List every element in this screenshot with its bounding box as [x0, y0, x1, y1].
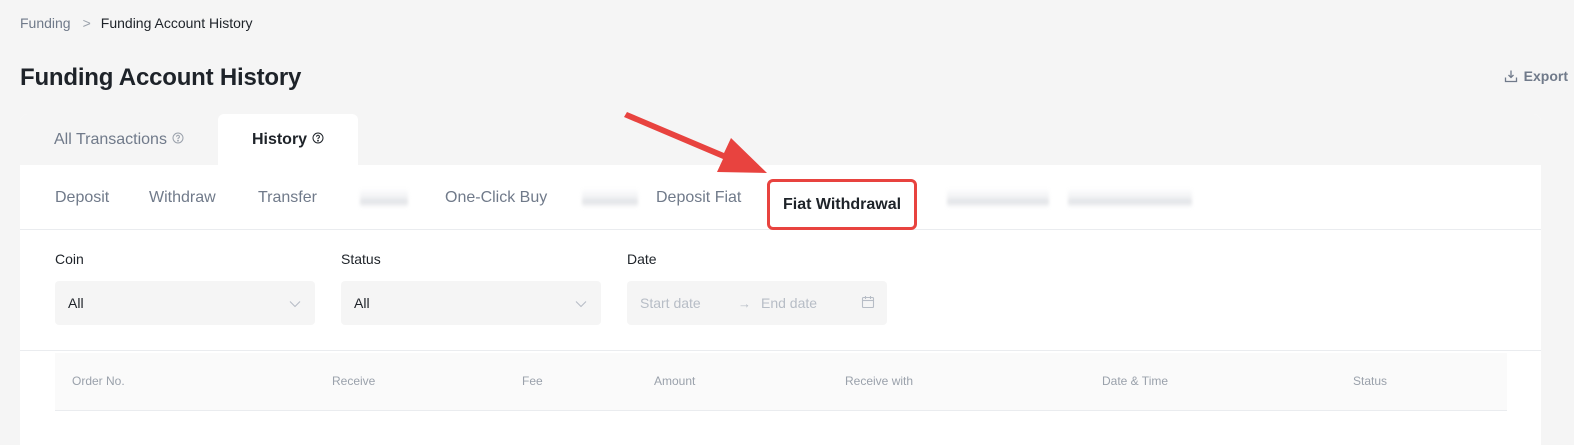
sub-tab-one-click-buy[interactable]: One-Click Buy — [445, 165, 547, 230]
help-circle-icon[interactable] — [172, 131, 184, 149]
coin-select[interactable]: All — [55, 281, 315, 325]
sub-tab-redacted[interactable] — [360, 188, 408, 208]
calendar-icon[interactable] — [861, 295, 875, 312]
export-icon — [1504, 69, 1518, 83]
chevron-right-icon: > — [82, 15, 91, 31]
breadcrumb: Funding > Funding Account History — [20, 14, 253, 32]
chevron-down-icon — [575, 295, 587, 311]
date-range-picker[interactable]: Start date → End date — [627, 281, 887, 325]
breadcrumb-current: Funding Account History — [100, 15, 253, 31]
tab-history[interactable]: History — [217, 114, 359, 165]
sub-tab-redacted[interactable] — [1068, 188, 1192, 208]
divider — [20, 350, 1541, 351]
start-date-input[interactable]: Start date — [640, 295, 730, 311]
sub-tab-transfer[interactable]: Transfer — [258, 165, 317, 230]
sub-tab-redacted[interactable] — [947, 188, 1049, 208]
column-date-time: Date & Time — [1102, 374, 1169, 388]
arrow-right-icon: → — [738, 295, 751, 311]
top-tabs: All Transactions History — [20, 114, 1541, 165]
table-header: Order No. Receive Fee Amount Receive wit… — [55, 353, 1507, 411]
column-status: Status — [1353, 374, 1388, 388]
chevron-down-icon — [289, 295, 301, 311]
status-select[interactable]: All — [341, 281, 601, 325]
status-label: Status — [341, 251, 381, 267]
tab-label: All Transactions — [54, 130, 167, 148]
date-label: Date — [627, 251, 657, 267]
tab-all-transactions[interactable]: All Transactions — [20, 114, 218, 165]
coin-label: Coin — [55, 251, 84, 267]
tab-label: History — [251, 130, 308, 148]
sub-tab-fiat-withdrawal[interactable]: Fiat Withdrawal — [767, 179, 918, 230]
sub-tab-deposit-fiat[interactable]: Deposit Fiat — [656, 165, 741, 230]
export-button[interactable]: Export — [1504, 68, 1568, 84]
column-fee: Fee — [522, 374, 543, 388]
column-receive-with: Receive with — [845, 374, 914, 388]
history-card: All Transactions History Deposit Withdra… — [20, 114, 1541, 445]
status-select-value: All — [354, 295, 370, 311]
sub-tab-withdraw[interactable]: Withdraw — [149, 165, 216, 230]
column-receive: Receive — [332, 374, 376, 388]
help-circle-icon[interactable] — [312, 131, 324, 149]
coin-select-value: All — [68, 295, 84, 311]
breadcrumb-funding-link[interactable]: Funding — [20, 15, 71, 31]
export-label: Export — [1523, 68, 1568, 84]
end-date-input[interactable]: End date — [761, 295, 851, 311]
page-title: Funding Account History — [20, 64, 302, 91]
column-order-no: Order No. — [72, 374, 125, 388]
sub-tab-deposit[interactable]: Deposit — [55, 165, 109, 230]
sub-tab-redacted[interactable] — [582, 188, 638, 208]
column-amount: Amount — [654, 374, 696, 388]
